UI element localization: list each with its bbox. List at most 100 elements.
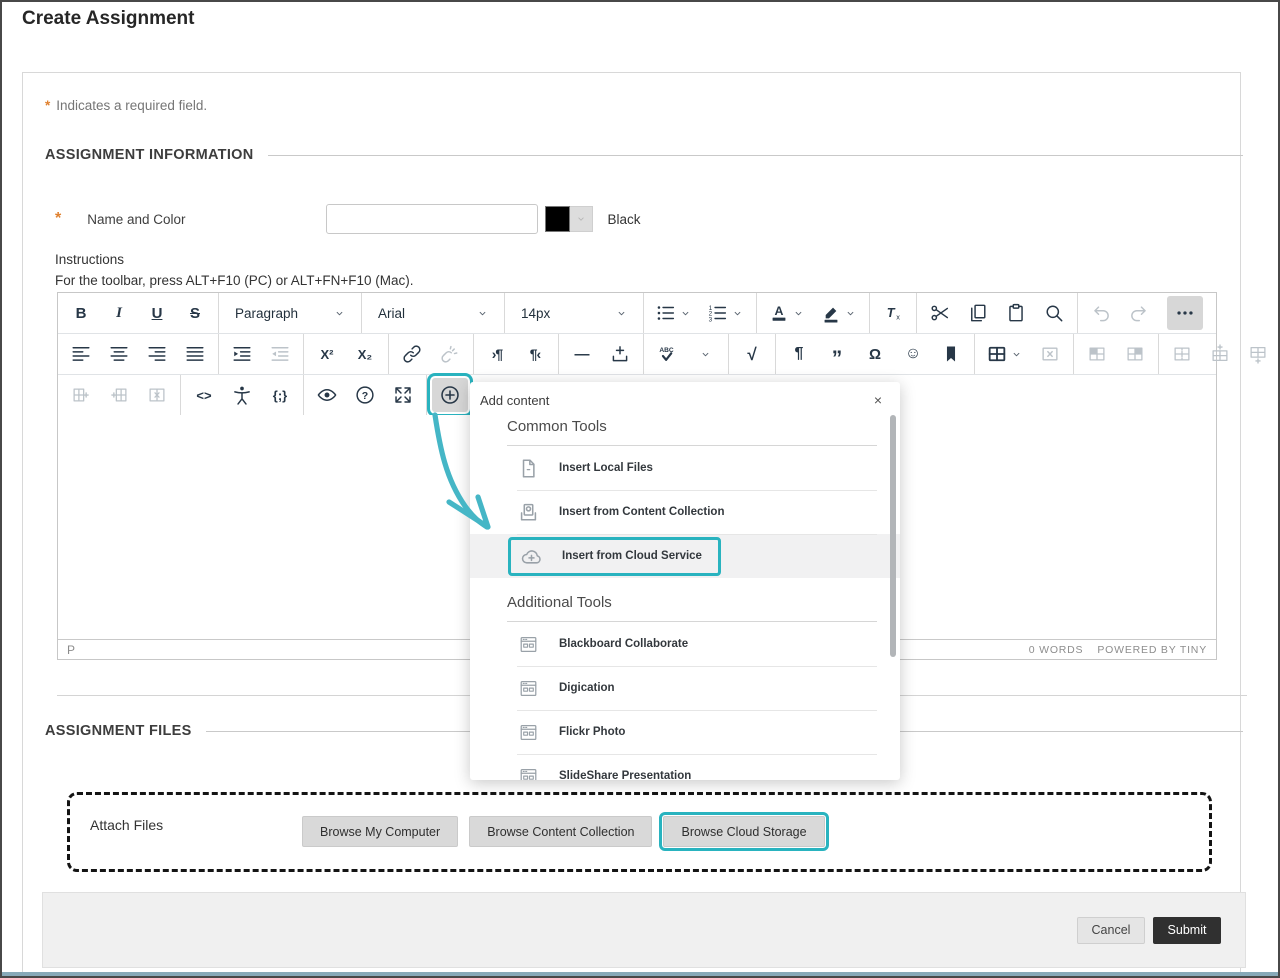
font-select[interactable]: Arial (368, 296, 498, 330)
chevron-down-icon (730, 306, 745, 321)
find-replace-button[interactable] (1036, 296, 1072, 330)
ltr-paragraph-button[interactable]: ›¶ (479, 337, 515, 371)
numbered-list-button[interactable] (701, 296, 751, 330)
toolbar-group (388, 334, 473, 374)
format-select[interactable]: Paragraph (225, 296, 355, 330)
bullet-list-button[interactable] (649, 296, 699, 330)
attach-files-label: Attach Files (90, 817, 163, 833)
superscript-icon: X² (321, 348, 334, 361)
popup-item-slideshare-presentation[interactable]: SlideShare Presentation (470, 754, 900, 780)
popup-item-flickr-photo[interactable]: Flickr Photo (470, 710, 900, 754)
cut-icon (929, 302, 951, 324)
section-title: ASSIGNMENT FILES (45, 723, 192, 739)
outdent-icon (269, 343, 291, 365)
popup-item-digication[interactable]: Digication (470, 666, 900, 710)
toolbar-group (1162, 293, 1230, 333)
align-center-icon (108, 343, 130, 365)
align-right-button[interactable] (139, 337, 175, 371)
popup-item-insert-from-content-collection[interactable]: Insert from Content Collection (470, 490, 900, 534)
source-code-button[interactable]: <> (186, 378, 222, 412)
blockquote-button[interactable]: ” (819, 337, 855, 371)
bold-button[interactable]: B (63, 296, 99, 330)
popup-item-insert-local-files[interactable]: Insert Local Files (470, 446, 900, 490)
superscript-button[interactable]: X² (309, 337, 345, 371)
redo-icon (1128, 302, 1150, 324)
anchor-button[interactable] (933, 337, 969, 371)
toolbar-group: <> {;} (180, 375, 303, 415)
italic-button[interactable]: I (101, 296, 137, 330)
browse-cloud-storage-button[interactable]: Browse Cloud Storage (663, 816, 824, 847)
horizontal-rule-button[interactable]: — (564, 337, 600, 371)
popup-scrollbar[interactable] (890, 415, 896, 657)
align-justify-button[interactable] (177, 337, 213, 371)
required-note-text: Indicates a required field. (56, 98, 207, 113)
cancel-button[interactable]: Cancel (1077, 917, 1145, 944)
collection-icon (517, 501, 540, 524)
help-button[interactable] (347, 378, 383, 412)
copy-button[interactable] (960, 296, 996, 330)
color-swatch[interactable] (545, 206, 570, 232)
popup-item-insert-from-cloud-service[interactable]: Insert from Cloud Service (470, 534, 900, 578)
highlight-color-button[interactable] (814, 296, 864, 330)
align-left-button[interactable] (63, 337, 99, 371)
color-dropdown-button[interactable] (570, 206, 593, 232)
copy-icon (967, 302, 989, 324)
browse-my-computer-button[interactable]: Browse My Computer (302, 816, 458, 847)
preview-icon (316, 384, 338, 406)
rtl-paragraph-button[interactable]: ¶‹ (517, 337, 553, 371)
indent-icon (231, 343, 253, 365)
toolbar-group (643, 334, 728, 374)
special-character-button[interactable]: Ω (857, 337, 893, 371)
merge-cells-button (1117, 337, 1153, 371)
preview-button[interactable] (309, 378, 345, 412)
table-button[interactable] (980, 337, 1030, 371)
form-footer-bar: Cancel Submit (42, 892, 1246, 968)
create-assignment-page: Create Assignment *Indicates a required … (0, 0, 1280, 978)
underline-button[interactable]: U (139, 296, 175, 330)
delete-table-button (1032, 337, 1068, 371)
color-picker[interactable] (545, 206, 593, 232)
section-divider-line (268, 155, 1243, 156)
merge-cells-icon (1124, 343, 1146, 365)
accessibility-checker-button[interactable] (224, 378, 260, 412)
fullscreen-button[interactable] (385, 378, 421, 412)
code-sample-button[interactable]: {;} (262, 378, 298, 412)
popup-item-content: Insert Local Files (517, 457, 653, 480)
popup-title: Add content (480, 393, 549, 408)
page-break-button[interactable] (602, 337, 638, 371)
file-icon (517, 457, 540, 480)
popup-item-blackboard-collaborate[interactable]: Blackboard Collaborate (470, 622, 900, 666)
math-editor-button[interactable]: √ (734, 337, 770, 371)
element-path: P (67, 643, 75, 657)
browse-content-collection-button[interactable]: Browse Content Collection (469, 816, 652, 847)
clear-formatting-button[interactable] (875, 296, 911, 330)
emoticons-button[interactable]: ☺ (895, 337, 931, 371)
align-center-button[interactable] (101, 337, 137, 371)
toolbar-group (974, 334, 1073, 374)
text-color-button[interactable] (762, 296, 812, 330)
close-icon[interactable]: × (868, 392, 888, 408)
insert-link-icon (401, 343, 423, 365)
assignment-name-input[interactable] (326, 204, 538, 234)
toolbar-group (1073, 334, 1158, 374)
add-content-button[interactable] (432, 378, 468, 412)
split-cell-button (1164, 337, 1200, 371)
remove-link-button (432, 337, 468, 371)
spellcheck-button[interactable] (649, 337, 685, 371)
cut-button[interactable] (922, 296, 958, 330)
code-sample-icon: {;} (273, 389, 287, 402)
more-tools-button[interactable] (1167, 296, 1203, 330)
indent-button[interactable] (224, 337, 260, 371)
find-replace-icon (1043, 302, 1065, 324)
insert-column-after-icon (108, 384, 130, 406)
popup-item-label: Insert Local Files (559, 462, 653, 474)
subscript-button[interactable]: X₂ (347, 337, 383, 371)
insert-link-button[interactable] (394, 337, 430, 371)
submit-button[interactable]: Submit (1153, 917, 1221, 944)
spellcheck-menu-button[interactable] (687, 337, 723, 371)
fontsize-select[interactable]: 14px (511, 296, 637, 330)
undo-button (1083, 296, 1119, 330)
paste-button[interactable] (998, 296, 1034, 330)
paragraph-mark-button[interactable]: ¶ (781, 337, 817, 371)
strikethrough-button[interactable]: S (177, 296, 213, 330)
